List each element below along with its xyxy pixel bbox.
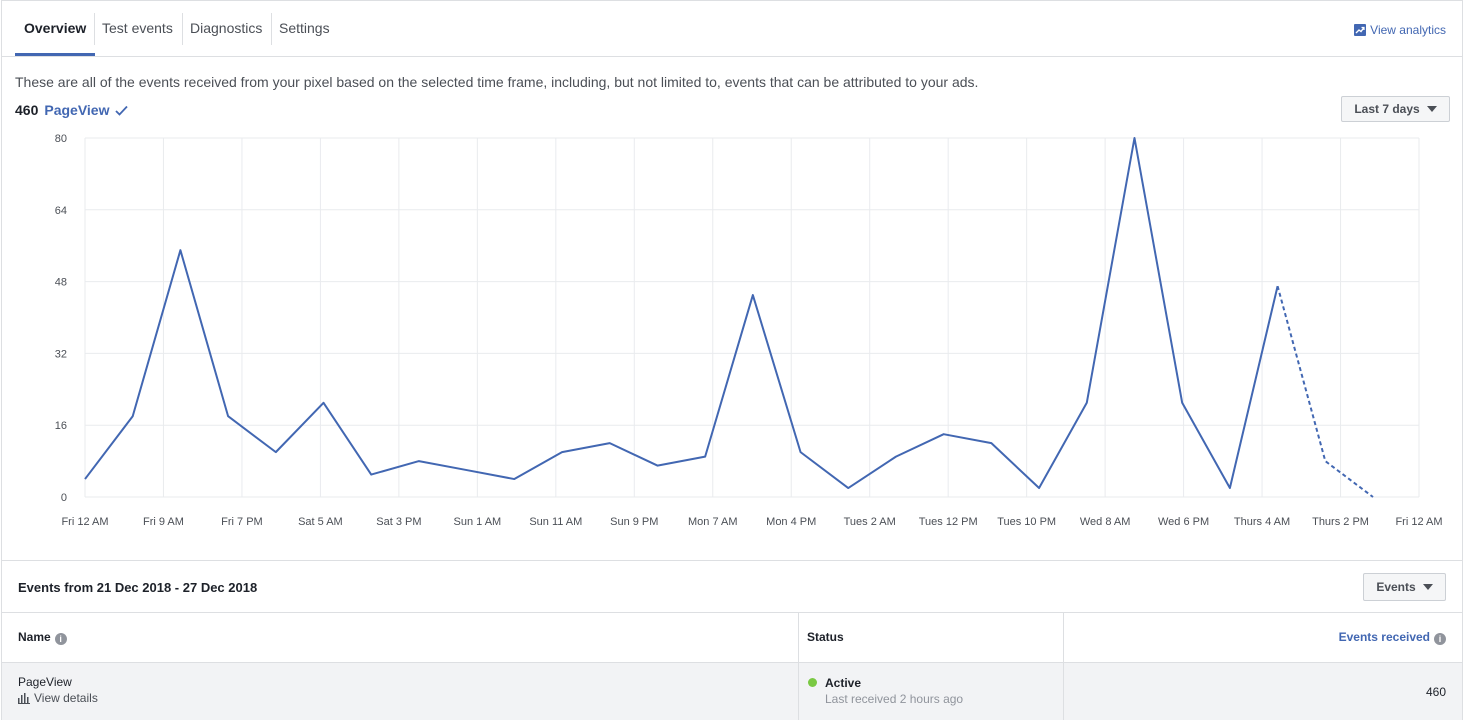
x-tick-label: Mon 7 AM [688,516,738,528]
events-received-value: 460 [1425,685,1446,699]
x-tick-label: Sun 9 PM [610,516,658,528]
event-summary: 460 PageView [15,102,129,118]
x-tick-label: Mon 4 PM [766,516,816,528]
tab-divider [182,13,183,45]
tab-divider [271,13,272,45]
x-tick-label: Tues 12 PM [919,516,978,528]
x-tick-label: Fri 7 PM [221,516,263,528]
view-details-link[interactable]: View details [18,691,98,705]
column-header-status[interactable]: Status [807,613,844,662]
info-icon[interactable]: i [54,633,67,645]
x-tick-label: Tues 10 PM [997,516,1056,528]
analytics-icon [1354,24,1367,36]
event-count: 460 [15,102,39,118]
table-row[interactable]: PageView View details Active Last receiv… [2,663,1462,720]
tab-settings[interactable]: Settings [279,1,330,56]
checkmark-icon [115,105,129,116]
x-tick-label: Wed 8 AM [1080,516,1131,528]
tab-bar: Overview Test events Diagnostics Setting… [2,1,1462,57]
tab-overview[interactable]: Overview [15,1,96,56]
events-filter-label: Events [1376,580,1416,594]
bar-chart-icon [18,692,30,704]
tab-test-events[interactable]: Test events [102,1,173,56]
info-icon[interactable]: i [1434,633,1446,645]
active-status-dot [808,678,817,687]
view-details-label: View details [34,691,98,705]
column-header-events-received[interactable]: Events received i [1339,613,1446,662]
view-analytics-link[interactable]: View analytics [1354,23,1446,37]
y-tick-label: 80 [55,133,67,145]
last-received-text: Last received 2 hours ago [825,692,964,706]
description-text: These are all of the events received fro… [15,74,979,90]
column-events-received-label: Events received [1338,630,1430,644]
x-tick-label: Fri 12 AM [61,516,108,528]
series-line-pageview [84,137,1279,490]
x-tick-label: Sat 3 PM [376,516,421,528]
x-tick-label: Sun 1 AM [454,516,502,528]
pixel-overview-panel: Overview Test events Diagnostics Setting… [1,0,1463,720]
x-tick-label: Fri 9 AM [143,516,184,528]
tab-divider [94,13,95,45]
x-tick-label: Tues 2 AM [844,516,896,528]
tab-diagnostics[interactable]: Diagnostics [190,1,262,56]
pageview-line-chart: 0 16 32 48 64 80 Fri 12 AM Fri 9 AM Fri 7 PM Sat … [55,133,1443,528]
event-name-link[interactable]: PageView [44,102,109,118]
column-name-label: Name [18,630,51,644]
y-tick-label: 64 [55,205,67,217]
series-line-pageview-projected [1276,285,1374,498]
x-tick-label: Wed 6 PM [1158,516,1209,528]
chevron-down-icon [1422,584,1433,590]
x-tick-label: Sat 5 AM [298,516,343,528]
y-tick-label: 32 [55,348,67,360]
event-name-cell: PageView [18,675,72,689]
events-section-title: Events from 21 Dec 2018 - 27 Dec 2018 [18,580,258,595]
timeframe-label: Last 7 days [1354,102,1420,116]
x-tick-label: Sun 11 AM [529,516,582,528]
y-tick-label: 0 [61,492,67,504]
x-tick-label: Fri 12 AM [1395,516,1442,528]
column-divider [1063,613,1064,720]
chevron-down-icon [1426,106,1437,112]
column-header-name[interactable]: Name i [18,613,67,662]
x-tick-label: Thurs 2 PM [1312,516,1369,528]
events-section-header: Events from 21 Dec 2018 - 27 Dec 2018 Ev… [2,560,1462,613]
view-analytics-label: View analytics [1370,23,1446,37]
timeframe-dropdown[interactable]: Last 7 days [1341,96,1450,122]
x-tick-label: Thurs 4 AM [1234,516,1290,528]
events-filter-dropdown[interactable]: Events [1363,573,1446,601]
y-tick-label: 16 [55,420,67,432]
status-badge: Active [825,676,862,690]
y-tick-label: 48 [55,277,67,289]
column-divider [798,613,799,720]
table-header: Name i Status Events received i [2,613,1462,663]
